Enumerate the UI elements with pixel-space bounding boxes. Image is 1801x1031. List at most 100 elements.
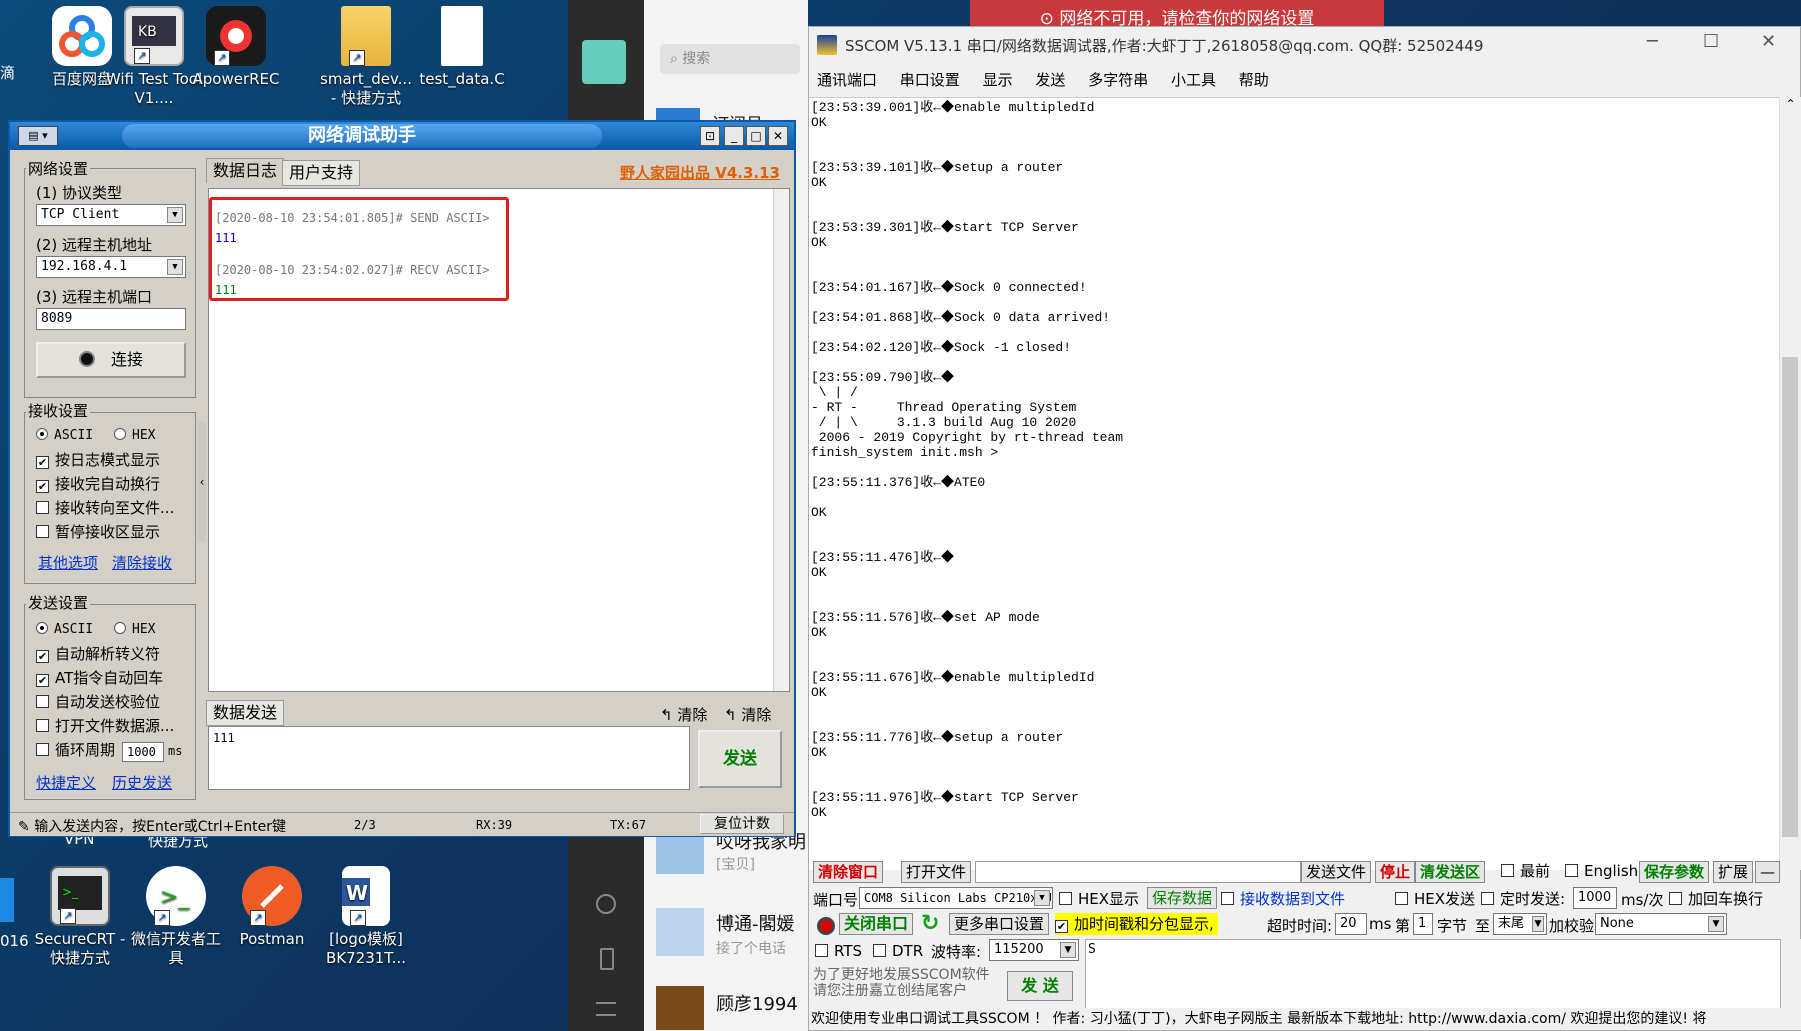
- pin-icon[interactable]: ⊡: [700, 126, 720, 146]
- timestamp-option[interactable]: ✔ 加时间戳和分包显示,: [1055, 913, 1218, 935]
- port-input[interactable]: 8089: [36, 308, 186, 330]
- timeout-input[interactable]: 20: [1335, 913, 1367, 935]
- sscom-recv-area[interactable]: [23:53:39.001]收←◆enable multipledId OK […: [809, 97, 1779, 870]
- save-data-button[interactable]: 保存数据: [1147, 887, 1218, 909]
- desktop-icon-securecrt[interactable]: >_ ↗ SecureCRT - 快捷方式: [30, 866, 130, 968]
- data-log-area[interactable]: [2020-08-10 23:54:01.805]# SEND ASCII> 1…: [208, 188, 790, 692]
- send-button[interactable]: 发 送: [1007, 971, 1073, 1001]
- expand-button[interactable]: 扩展: [1713, 861, 1754, 883]
- checksum-select[interactable]: None ▼: [1595, 913, 1727, 935]
- send-hex-radio[interactable]: HEX: [114, 620, 155, 640]
- send-escape-checkbox[interactable]: ✔ 自动解析转义符: [36, 644, 160, 664]
- tab-data-log[interactable]: 数据日志: [206, 158, 285, 183]
- menu-item-multistring[interactable]: 多字符串: [1088, 71, 1148, 89]
- dtr-checkbox[interactable]: DTR: [873, 941, 923, 961]
- desktop-icon-smartdev[interactable]: ↗ smart_dev... - 快捷方式: [316, 6, 416, 108]
- clear-send-button[interactable]: 清发送区: [1415, 861, 1486, 883]
- recv-ascii-radio[interactable]: ASCII: [36, 426, 93, 446]
- chat-search-input[interactable]: ⌕ 搜索: [660, 44, 800, 74]
- recv-auto-newline-checkbox[interactable]: ✔ 接收完自动换行: [36, 474, 160, 494]
- hex-display-checkbox[interactable]: HEX显示: [1059, 889, 1139, 909]
- host-select[interactable]: 192.168.4.1 ▼: [36, 256, 186, 278]
- hex-send-checkbox[interactable]: HEX发送: [1395, 889, 1475, 909]
- chat-app-avatar[interactable]: [582, 40, 626, 84]
- end-select[interactable]: 末尾 ▼: [1493, 913, 1547, 935]
- menu-item-serial-settings[interactable]: 串口设置: [900, 71, 960, 89]
- menu-item-port[interactable]: 通讯端口: [817, 71, 877, 89]
- clear-send-button-2[interactable]: ↰ 清除: [724, 704, 771, 725]
- desktop-icon-testdata[interactable]: test_data.C: [412, 6, 512, 89]
- clear-send-button-1[interactable]: ↰ 清除: [660, 704, 707, 725]
- desktop-icon-wechatdev[interactable]: >_ ↗ 微信开发者工具: [126, 866, 226, 968]
- send-button[interactable]: 发送: [698, 730, 782, 788]
- history-send-link[interactable]: 历史发送: [112, 772, 172, 793]
- recv-hex-radio[interactable]: HEX: [114, 426, 155, 446]
- shortcut-def-link[interactable]: 快捷定义: [36, 772, 96, 793]
- scroll-thumb[interactable]: [1782, 357, 1798, 837]
- collapse-handle[interactable]: ‹: [198, 422, 206, 542]
- log-scrollbar[interactable]: [773, 189, 789, 691]
- cycle-input[interactable]: 1000: [122, 742, 164, 762]
- chat-item[interactable]: 博通-閣媛 接了个电话: [656, 904, 806, 960]
- maximize-button[interactable]: □: [746, 126, 766, 146]
- chevron-down-icon[interactable]: ▼: [1060, 942, 1076, 958]
- send-input[interactable]: 111: [208, 726, 690, 790]
- nth-input[interactable]: 1: [1413, 913, 1433, 935]
- minimize-button[interactable]: _: [724, 126, 744, 146]
- menu-item-display[interactable]: 显示: [983, 71, 1013, 89]
- tab-data-send[interactable]: 数据发送: [206, 700, 285, 726]
- other-options-link[interactable]: 其他选项: [38, 552, 98, 573]
- chat-item[interactable]: 顾彦1994: [656, 984, 806, 1030]
- send-ascii-radio[interactable]: ASCII: [36, 620, 93, 640]
- chevron-down-icon[interactable]: ▼: [1034, 890, 1050, 906]
- send-checksum-checkbox[interactable]: 自动发送校验位: [36, 692, 160, 712]
- netassist-titlebar[interactable]: ▤ ▾ 网络调试助手 ⊡ _ □ ✕: [10, 122, 794, 150]
- recv-to-file-checkbox[interactable]: 接收数据到文件: [1221, 889, 1345, 909]
- close-button[interactable]: ✕: [768, 126, 788, 146]
- timed-interval-input[interactable]: 1000: [1573, 887, 1617, 909]
- stop-button[interactable]: 停止: [1375, 861, 1416, 883]
- rts-checkbox[interactable]: RTS: [815, 941, 862, 961]
- baud-select[interactable]: 115200 ▼: [989, 939, 1079, 961]
- chevron-down-icon[interactable]: ▼: [167, 259, 183, 275]
- recv-log-mode-checkbox[interactable]: ✔ 按日志模式显示: [36, 450, 160, 470]
- reset-count-button[interactable]: 复位计数: [700, 814, 784, 834]
- close-port-button[interactable]: 关闭串口: [839, 913, 914, 935]
- recv-pause-checkbox[interactable]: 暂停接收区显示: [36, 522, 160, 542]
- chevron-down-icon[interactable]: ▼: [1708, 916, 1724, 932]
- app-menu-icon[interactable]: ▤ ▾: [18, 126, 58, 146]
- menu-icon[interactable]: [596, 1002, 616, 1016]
- desktop-icon-logo-template[interactable]: W ↗ [logo模板] BK7231T...: [316, 866, 416, 968]
- brand-label[interactable]: 野人家园出品 V4.3.13: [620, 162, 780, 183]
- collapse-button[interactable]: —: [1755, 861, 1780, 883]
- open-file-button[interactable]: 打开文件: [901, 861, 972, 883]
- save-params-button[interactable]: 保存参数: [1639, 861, 1710, 883]
- send-at-cr-checkbox[interactable]: ✔ AT指令自动回车: [36, 668, 163, 688]
- desktop-icon-apowerrec[interactable]: ↗ ApowerREC: [186, 6, 286, 89]
- chevron-down-icon[interactable]: ▼: [167, 207, 183, 223]
- protocol-select[interactable]: TCP Client ▼: [36, 204, 186, 226]
- refresh-icon[interactable]: ↻: [921, 911, 939, 936]
- add-crlf-checkbox[interactable]: 加回车换行: [1669, 889, 1763, 909]
- chevron-down-icon[interactable]: ▼: [1532, 916, 1544, 932]
- timestamp-checkbox[interactable]: ✔: [1055, 915, 1074, 933]
- clear-window-button[interactable]: 清除窗口: [813, 861, 884, 883]
- port-select[interactable]: COM8 Silicon Labs CP210x U ▼: [859, 887, 1053, 909]
- minimize-button[interactable]: ─: [1647, 31, 1658, 52]
- maximize-button[interactable]: ☐: [1703, 31, 1719, 52]
- file-path-input[interactable]: [975, 861, 1301, 883]
- send-file-source-checkbox[interactable]: 打开文件数据源...: [36, 716, 174, 736]
- send-file-button[interactable]: 发送文件: [1301, 861, 1372, 883]
- scroll-up-icon[interactable]: ⌃: [1780, 97, 1801, 111]
- close-button[interactable]: ✕: [1761, 31, 1776, 52]
- timed-send-checkbox[interactable]: 定时发送:: [1481, 889, 1565, 909]
- recv-scrollbar[interactable]: ⌃: [1779, 97, 1801, 870]
- tab-user-support[interactable]: 用户支持: [282, 160, 361, 186]
- desktop-icon-postman[interactable]: ↗ Postman: [222, 866, 322, 949]
- english-checkbox[interactable]: English: [1565, 861, 1638, 881]
- phone-icon[interactable]: [600, 948, 614, 970]
- mini-program-icon[interactable]: [596, 894, 616, 914]
- menu-item-send[interactable]: 发送: [1035, 71, 1065, 89]
- more-settings-button[interactable]: 更多串口设置: [949, 913, 1050, 935]
- connect-button[interactable]: 连接: [36, 342, 186, 378]
